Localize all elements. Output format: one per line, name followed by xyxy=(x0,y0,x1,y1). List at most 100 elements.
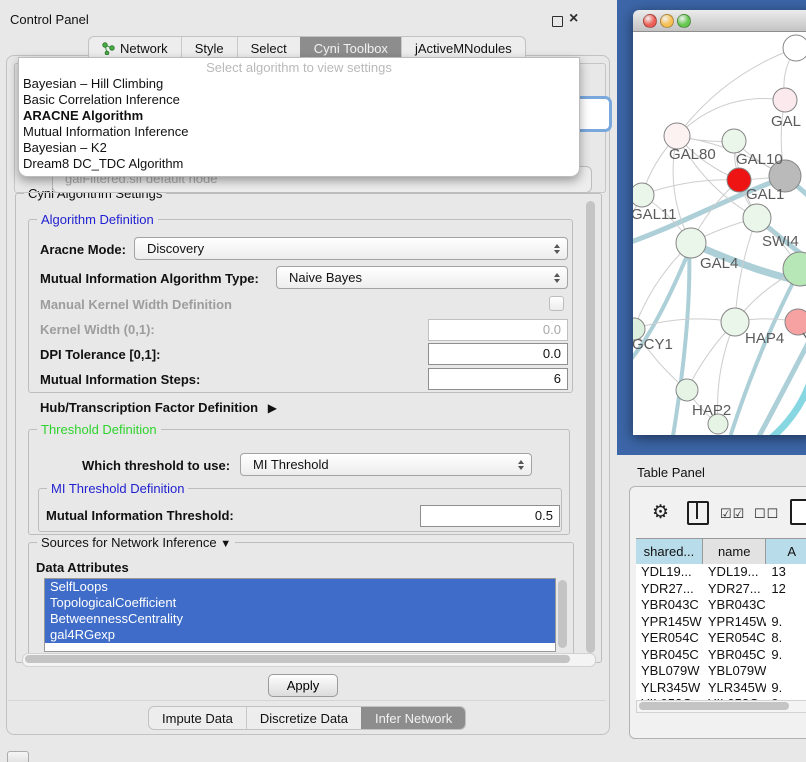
tab-cyni-toolbox[interactable]: Cyni Toolbox xyxy=(300,37,401,59)
table-cell xyxy=(766,663,806,680)
tab-select[interactable]: Select xyxy=(237,37,300,59)
checked-pair-icon[interactable]: ☑☑ xyxy=(720,506,745,522)
table-row[interactable]: YDL19...YDL19...13 xyxy=(636,564,806,581)
manual-kernel-checkbox[interactable] xyxy=(549,296,564,311)
table-row[interactable]: YLR345WYLR345W9. xyxy=(636,680,806,697)
bottom-tab-bar: Impute Data Discretize Data Infer Network xyxy=(148,706,466,730)
tab-discretize-data[interactable]: Discretize Data xyxy=(246,707,361,729)
table-cell: YLR345W xyxy=(636,680,703,697)
algorithm-option-aracne-algorithm[interactable]: ARACNE Algorithm xyxy=(19,108,579,124)
table-row[interactable]: YBR045CYBR045C9. xyxy=(636,647,806,664)
table-row[interactable]: YER054CYER054C8. xyxy=(636,630,806,647)
mi-threshold-label: Mutual Information Threshold: xyxy=(46,508,234,523)
tab-style-label: Style xyxy=(195,41,224,56)
tab-impute-data-label: Impute Data xyxy=(162,711,233,726)
zoom-traffic-light[interactable] xyxy=(677,14,691,28)
tab-network[interactable]: Network xyxy=(89,37,181,59)
float-panel-button[interactable] xyxy=(552,14,563,32)
attribute-item-gal4rgexp[interactable]: gal4RGexp xyxy=(45,627,555,643)
settings-hscroll-thumb[interactable] xyxy=(25,655,570,663)
node-label-gal10: GAL10 xyxy=(736,151,783,168)
table-cell: YBR045C xyxy=(703,647,767,664)
close-traffic-light[interactable] xyxy=(643,14,657,28)
screenshot-root: Control Panel × Network Style SelectCyni T… xyxy=(0,0,806,762)
hub-definition-label: Hub/Transcription Factor Definition xyxy=(40,400,258,415)
aracne-mode-value: Discovery xyxy=(147,241,204,256)
attribute-item-selfloops[interactable]: SelfLoops xyxy=(45,579,555,595)
network-node-gal10g[interactable] xyxy=(722,129,746,153)
network-edge-highlighted xyxy=(731,269,800,434)
network-node-hap2[interactable] xyxy=(676,379,698,401)
table-body: YDL19...YDL19...13YDR27...YDR27...12YBR0… xyxy=(636,564,806,700)
node-label-gal11: GAL11 xyxy=(633,206,677,223)
algorithm-option-bayesian-hill-climbing[interactable]: Bayesian – Hill Climbing xyxy=(19,76,579,92)
tab-discretize-data-label: Discretize Data xyxy=(260,711,348,726)
attribute-item-betweennesscentrality[interactable]: BetweennessCentrality xyxy=(45,611,555,627)
attribute-item-topologicalcoefficient[interactable]: TopologicalCoefficient xyxy=(45,595,555,611)
table-cell: YBL079W xyxy=(636,663,703,680)
hub-definition-toggle[interactable]: Hub/Transcription Factor Definition ▶ xyxy=(40,400,277,415)
mi-steps-label: Mutual Information Steps: xyxy=(40,372,200,387)
columns-icon[interactable] xyxy=(687,501,709,525)
table-cell: YBL079W xyxy=(703,663,767,680)
unchecked-pair-icon[interactable]: ☐☐ xyxy=(754,506,779,522)
network-edge-highlighted xyxy=(673,246,689,435)
mi-steps-field[interactable]: 6 xyxy=(428,368,568,390)
table-cell: YDR27... xyxy=(636,581,703,598)
table-cell: 9. xyxy=(766,614,806,631)
collapsed-panel-button[interactable] xyxy=(7,751,29,762)
algorithm-option-mutual-information-inference[interactable]: Mutual Information Inference xyxy=(19,124,579,140)
network-graph[interactable]: GALGAL80GAL10GAL1GAL11SWI4GAL4GCY1HAP4YH… xyxy=(633,32,806,435)
table-cell: YER054C xyxy=(703,630,767,647)
tab-infer-network[interactable]: Infer Network xyxy=(361,707,465,729)
algorithm-option-dream8-dc-tdc-algorithm[interactable]: Dream8 DC_TDC Algorithm xyxy=(19,156,579,172)
network-canvas[interactable]: GALGAL80GAL10GAL1GAL11SWI4GAL4GCY1HAP4YH… xyxy=(633,32,806,435)
tab-style[interactable]: Style xyxy=(181,37,237,59)
data-attributes-list[interactable]: SelfLoopsTopologicalCoefficientBetweenne… xyxy=(44,578,556,652)
table-cell: 8. xyxy=(766,630,806,647)
network-node-swi4n[interactable] xyxy=(743,204,771,232)
table-cell: YBR045C xyxy=(636,647,703,664)
document-icon[interactable] xyxy=(790,499,806,525)
dpi-tolerance-field[interactable]: 0.0 xyxy=(428,343,568,365)
table-hscroll-thumb[interactable] xyxy=(639,702,789,710)
network-node-gal4[interactable] xyxy=(676,228,706,258)
network-node-topn[interactable] xyxy=(783,35,806,61)
mi-threshold-field[interactable]: 0.5 xyxy=(420,505,560,527)
gear-icon[interactable]: ⚙ xyxy=(652,501,669,524)
column-header-shared[interactable]: shared... xyxy=(636,539,703,564)
network-window-titlebar[interactable] xyxy=(633,10,806,32)
table-hscroll-track[interactable] xyxy=(636,700,806,713)
mi-type-combo[interactable]: Naive Bayes xyxy=(276,266,568,289)
tab-jactivemnodules[interactable]: jActiveMNodules xyxy=(401,37,525,59)
manual-kernel-label: Manual Kernel Width Definition xyxy=(40,297,232,312)
settings-hscroll-track[interactable] xyxy=(22,653,596,667)
algorithm-option-basic-correlation-inference[interactable]: Basic Correlation Inference xyxy=(19,92,579,108)
control-panel-title: Control Panel xyxy=(10,12,89,27)
kernel-width-field[interactable]: 0.0 xyxy=(428,319,568,341)
settings-vertical-scrollbar[interactable] xyxy=(586,201,595,653)
minimize-traffic-light[interactable] xyxy=(660,14,674,28)
apply-button[interactable]: Apply xyxy=(268,674,338,697)
table-row[interactable]: YBL079WYBL079W xyxy=(636,663,806,680)
which-threshold-combo[interactable]: MI Threshold xyxy=(240,453,532,476)
algorithm-option-bayesian-k2[interactable]: Bayesian – K2 xyxy=(19,140,579,156)
attributes-scrollbar[interactable] xyxy=(558,580,567,648)
chevron-updown-icon xyxy=(554,273,560,283)
network-node-gal11[interactable] xyxy=(633,183,654,207)
sources-title-wrap[interactable]: Sources for Network Inference ▼ xyxy=(37,535,235,550)
table-row[interactable]: YBR043CYBR043C xyxy=(636,597,806,614)
table-row[interactable]: YPR145WYPR145W9. xyxy=(636,614,806,631)
close-panel-button[interactable]: × xyxy=(569,14,578,24)
table-row[interactable]: YDR27...YDR27...12 xyxy=(636,581,806,598)
table-cell: YDR27... xyxy=(703,581,767,598)
mi-type-value: Naive Bayes xyxy=(289,270,362,285)
network-window: GALGAL80GAL10GAL1GAL11SWI4GAL4GCY1HAP4YH… xyxy=(633,10,806,435)
table-panel-body: ⚙ ☑☑ ☐☐ shared...nameA YDL19...YDL19...1… xyxy=(629,486,806,739)
column-header-a[interactable]: A xyxy=(766,539,806,564)
tab-impute-data[interactable]: Impute Data xyxy=(149,707,246,729)
column-header-name[interactable]: name xyxy=(703,539,767,564)
aracne-mode-combo[interactable]: Discovery xyxy=(134,237,568,260)
dpi-tolerance-label: DPI Tolerance [0,1]: xyxy=(40,347,160,362)
network-node-galtr[interactable] xyxy=(773,88,797,112)
